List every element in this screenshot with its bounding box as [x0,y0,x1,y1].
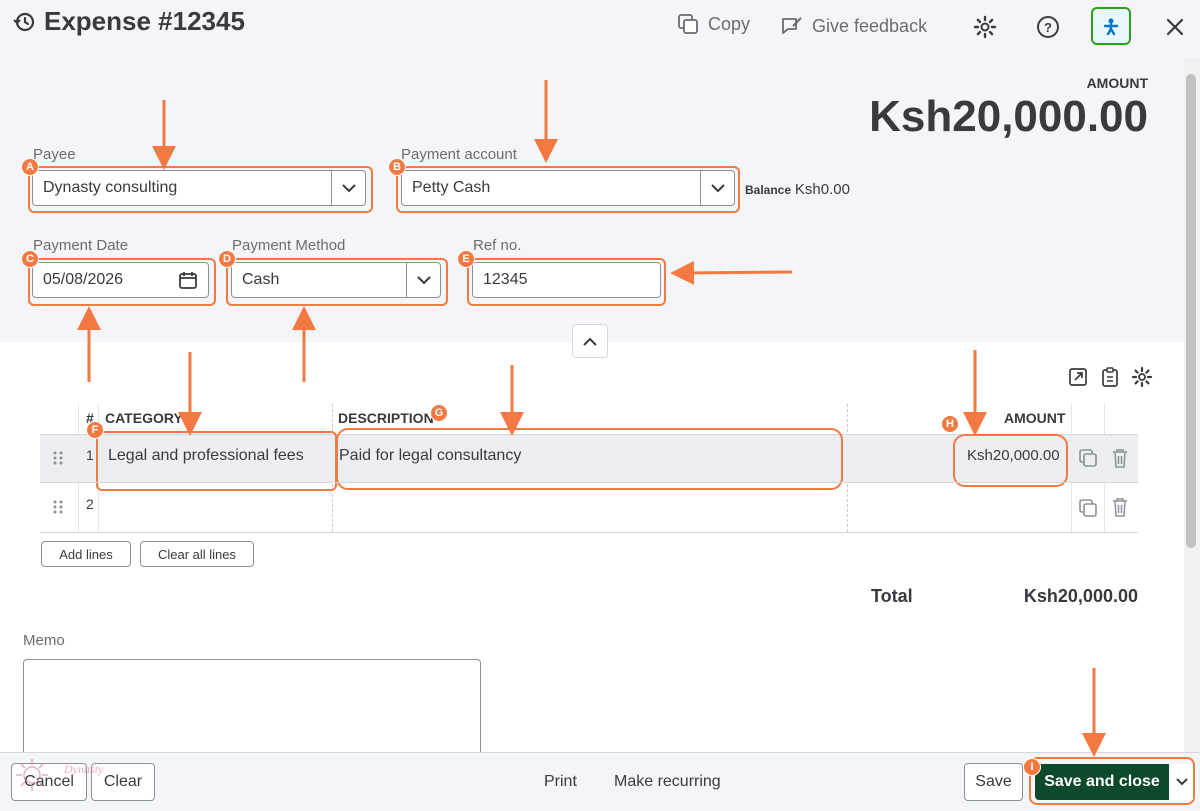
annotation-arrows [77,80,1106,757]
arrow-to-ref-no [670,260,793,285]
